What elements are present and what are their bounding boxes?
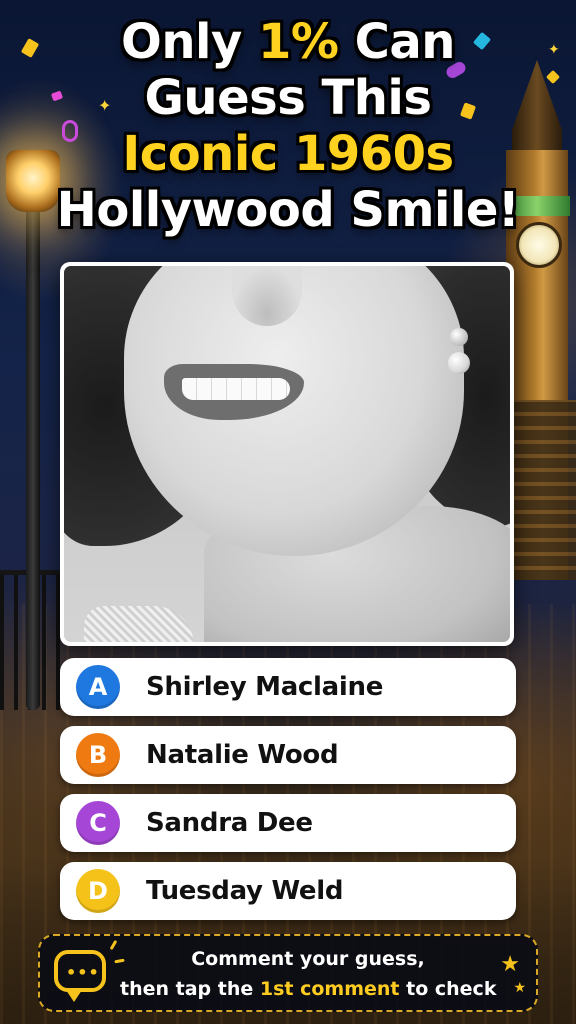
comment-bubble-icon: ••• [54,950,106,1002]
comment-banner[interactable]: ••• Comment your guess, then tap the 1st… [38,934,538,1012]
title-line-2: Guess This [144,70,432,126]
earring-stud [450,328,468,346]
lamp-post [26,190,40,710]
title-line-4: Hollywood Smile! [56,182,520,238]
smile-photo [60,262,514,646]
title-highlight-percent: 1% [257,14,339,70]
comment-instructions: Comment your guess, then tap the 1st com… [120,944,496,1004]
option-d-badge: D [76,869,120,913]
sparkle-icon [109,939,118,951]
option-c[interactable]: C Sandra Dee [60,794,516,852]
option-b-badge: B [76,733,120,777]
option-a[interactable]: A Shirley Maclaine [60,658,516,716]
option-d[interactable]: D Tuesday Weld [60,862,516,920]
option-a-label: Shirley Maclaine [146,672,384,702]
pearl-earring [448,352,470,374]
option-b-label: Natalie Wood [146,740,339,770]
star-icon: ★ [500,952,520,977]
lace-collar [84,606,194,642]
title-line-3: Iconic 1960s [122,126,454,182]
photo-frame [64,266,510,642]
star-icon: ★ [513,980,526,996]
option-a-badge: A [76,665,120,709]
option-b[interactable]: B Natalie Wood [60,726,516,784]
first-comment-highlight: 1st comment [259,978,400,1000]
option-d-label: Tuesday Weld [146,876,344,906]
quiz-title: Only 1% Can Guess This Iconic 1960s Holl… [0,14,576,238]
comment-line-2: then tap the 1st comment to check [120,978,497,1000]
option-c-badge: C [76,801,120,845]
comment-line-1: Comment your guess, [191,948,425,970]
building [506,400,576,580]
smile-teeth [182,378,290,400]
title-line-1: Only 1% Can [121,14,455,70]
option-c-label: Sandra Dee [146,808,313,838]
